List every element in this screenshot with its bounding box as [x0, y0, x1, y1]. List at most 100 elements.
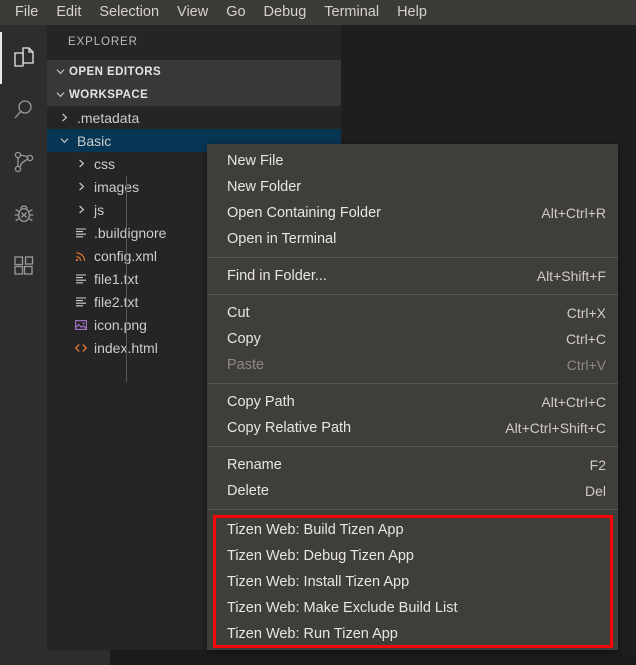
menu-item-open-containing-folder[interactable]: Open Containing Folder Alt+Ctrl+R [207, 200, 618, 226]
menu-separator [207, 383, 618, 384]
menu-item-cut[interactable]: CutCtrl+X [207, 300, 618, 326]
menu-group: RenameF2 Delete Del [207, 452, 618, 504]
extensions-icon [11, 253, 37, 279]
menubar-item-file[interactable]: File [6, 1, 47, 24]
tree-item-label: .metadata [73, 110, 139, 126]
menu-item-label: Copy [227, 331, 261, 347]
menu-separator [207, 446, 618, 447]
menubar-item-view[interactable]: View [168, 1, 217, 24]
sidebar-section-workspace[interactable]: WORKSPACE [47, 83, 341, 106]
tree-item-label: Basic [73, 133, 111, 149]
menu-item-find-in-folder[interactable]: Find in Folder... Alt+Shift+F [207, 263, 618, 289]
menu-separator [207, 509, 618, 510]
menu-item-label: Open in Terminal [227, 231, 336, 247]
menu-item-label: Tizen Web: Run Tizen App [227, 626, 398, 642]
menu-item-label: Tizen Web: Install Tizen App [227, 574, 409, 590]
menu-item-label: Open Containing Folder [227, 205, 381, 221]
menubar-item-help[interactable]: Help [388, 1, 436, 24]
menu-item-label: Find in Folder... [227, 268, 327, 284]
menu-item-label: New File [227, 153, 283, 169]
tree-item-label: css [90, 156, 115, 172]
menu-item-tizen-web-make-exclude-build-list[interactable]: Tizen Web: Make Exclude Build List [207, 595, 618, 621]
menu-item-label: Tizen Web: Debug Tizen App [227, 548, 414, 564]
tree-item-label: images [90, 179, 139, 195]
chevron-down-icon [51, 89, 69, 100]
menu-item-new-file[interactable]: New File [207, 148, 618, 174]
menu-bar: FileEditSelectionViewGoDebugTerminalHelp [0, 0, 636, 25]
menu-item-label: Tizen Web: Build Tizen App [227, 522, 404, 538]
menu-item-open-in-terminal[interactable]: Open in Terminal [207, 226, 618, 252]
tree-item-label: .buildignore [90, 225, 166, 241]
menu-separator [207, 294, 618, 295]
menu-item-shortcut: Alt+Shift+F [537, 268, 606, 284]
menubar-item-go[interactable]: Go [217, 1, 254, 24]
menu-item-label: New Folder [227, 179, 301, 195]
activity-bar [0, 25, 47, 665]
tree-item-metadata[interactable]: .metadata [47, 106, 341, 129]
tree-item-label: index.html [90, 340, 158, 356]
menu-group: Find in Folder... Alt+Shift+F [207, 263, 618, 289]
menu-item-new-folder[interactable]: New Folder [207, 174, 618, 200]
tree-item-label: config.xml [90, 248, 157, 264]
explorer-icon [11, 45, 37, 71]
menu-item-shortcut: Alt+Ctrl+C [541, 394, 606, 410]
text-file-icon [72, 226, 90, 240]
tizen-command-group: Tizen Web: Build Tizen App Tizen Web: Deb… [207, 515, 618, 647]
menu-item-shortcut: F2 [590, 457, 606, 473]
menu-item-shortcut: Alt+Ctrl+R [541, 205, 606, 221]
bottom-bar-left [0, 650, 110, 665]
file-context-menu[interactable]: New File New Folder Open Containing Folder… [207, 144, 618, 650]
html-file-icon [72, 341, 90, 355]
menu-item-tizen-web-debug-tizen-app[interactable]: Tizen Web: Debug Tizen App [207, 543, 618, 569]
text-file-icon [72, 272, 90, 286]
chevron-right-icon [72, 158, 90, 169]
menu-item-label: Delete [227, 483, 269, 499]
activity-item-search[interactable] [0, 84, 47, 136]
menu-item-rename[interactable]: RenameF2 [207, 452, 618, 478]
menubar-item-selection[interactable]: Selection [90, 1, 168, 24]
menu-group: New File New Folder Open Containing Folder… [207, 148, 618, 252]
menu-group: Copy Path Alt+Ctrl+C Copy Relative Path Alt… [207, 389, 618, 441]
menu-item-shortcut: Ctrl+V [567, 357, 606, 373]
activity-item-extensions[interactable] [0, 240, 47, 292]
search-icon [11, 97, 37, 123]
menu-item-copy-path[interactable]: Copy Path Alt+Ctrl+C [207, 389, 618, 415]
menu-item-tizen-web-install-tizen-app[interactable]: Tizen Web: Install Tizen App [207, 569, 618, 595]
menu-item-label: Cut [227, 305, 250, 321]
debug-icon [11, 201, 37, 227]
menu-item-tizen-web-build-tizen-app[interactable]: Tizen Web: Build Tizen App [207, 517, 618, 543]
text-file-icon [72, 295, 90, 309]
menu-item-copy-relative-path[interactable]: Copy Relative Path Alt+Ctrl+Shift+C [207, 415, 618, 441]
menu-group: CutCtrl+XCopyCtrl+C Paste Ctrl+V [207, 300, 618, 378]
source-control-icon [11, 149, 37, 175]
tree-item-label: file1.txt [90, 271, 138, 287]
menubar-item-debug[interactable]: Debug [255, 1, 316, 24]
tree-item-label: js [90, 202, 104, 218]
activity-item-debug[interactable] [0, 188, 47, 240]
menu-item-label: Copy Relative Path [227, 420, 351, 436]
activity-item-source-control[interactable] [0, 136, 47, 188]
menu-item-shortcut: Alt+Ctrl+Shift+C [505, 420, 606, 436]
sidebar-section-open-editors[interactable]: OPEN EDITORS [47, 60, 341, 83]
menu-item-paste: Paste Ctrl+V [207, 352, 618, 378]
menu-item-copy[interactable]: CopyCtrl+C [207, 326, 618, 352]
chevron-right-icon [72, 204, 90, 215]
tree-item-label: icon.png [90, 317, 147, 333]
tree-item-label: file2.txt [90, 294, 138, 310]
menu-item-label: Copy Path [227, 394, 295, 410]
xml-file-icon [72, 249, 90, 263]
menubar-item-terminal[interactable]: Terminal [315, 1, 388, 24]
chevron-right-icon [55, 112, 73, 123]
menubar-item-edit[interactable]: Edit [47, 1, 90, 24]
menu-item-shortcut: Del [585, 483, 606, 499]
menu-separator [207, 257, 618, 258]
image-file-icon [72, 318, 90, 332]
activity-item-explorer[interactable] [0, 32, 47, 84]
menu-item-label: Paste [227, 357, 264, 373]
menu-item-delete[interactable]: Delete Del [207, 478, 618, 504]
menu-item-label: Tizen Web: Make Exclude Build List [227, 600, 458, 616]
tree-indent-guide [126, 176, 127, 382]
chevron-down-icon [55, 135, 73, 146]
chevron-down-icon [51, 66, 69, 77]
menu-item-tizen-web-run-tizen-app[interactable]: Tizen Web: Run Tizen App [207, 621, 618, 647]
